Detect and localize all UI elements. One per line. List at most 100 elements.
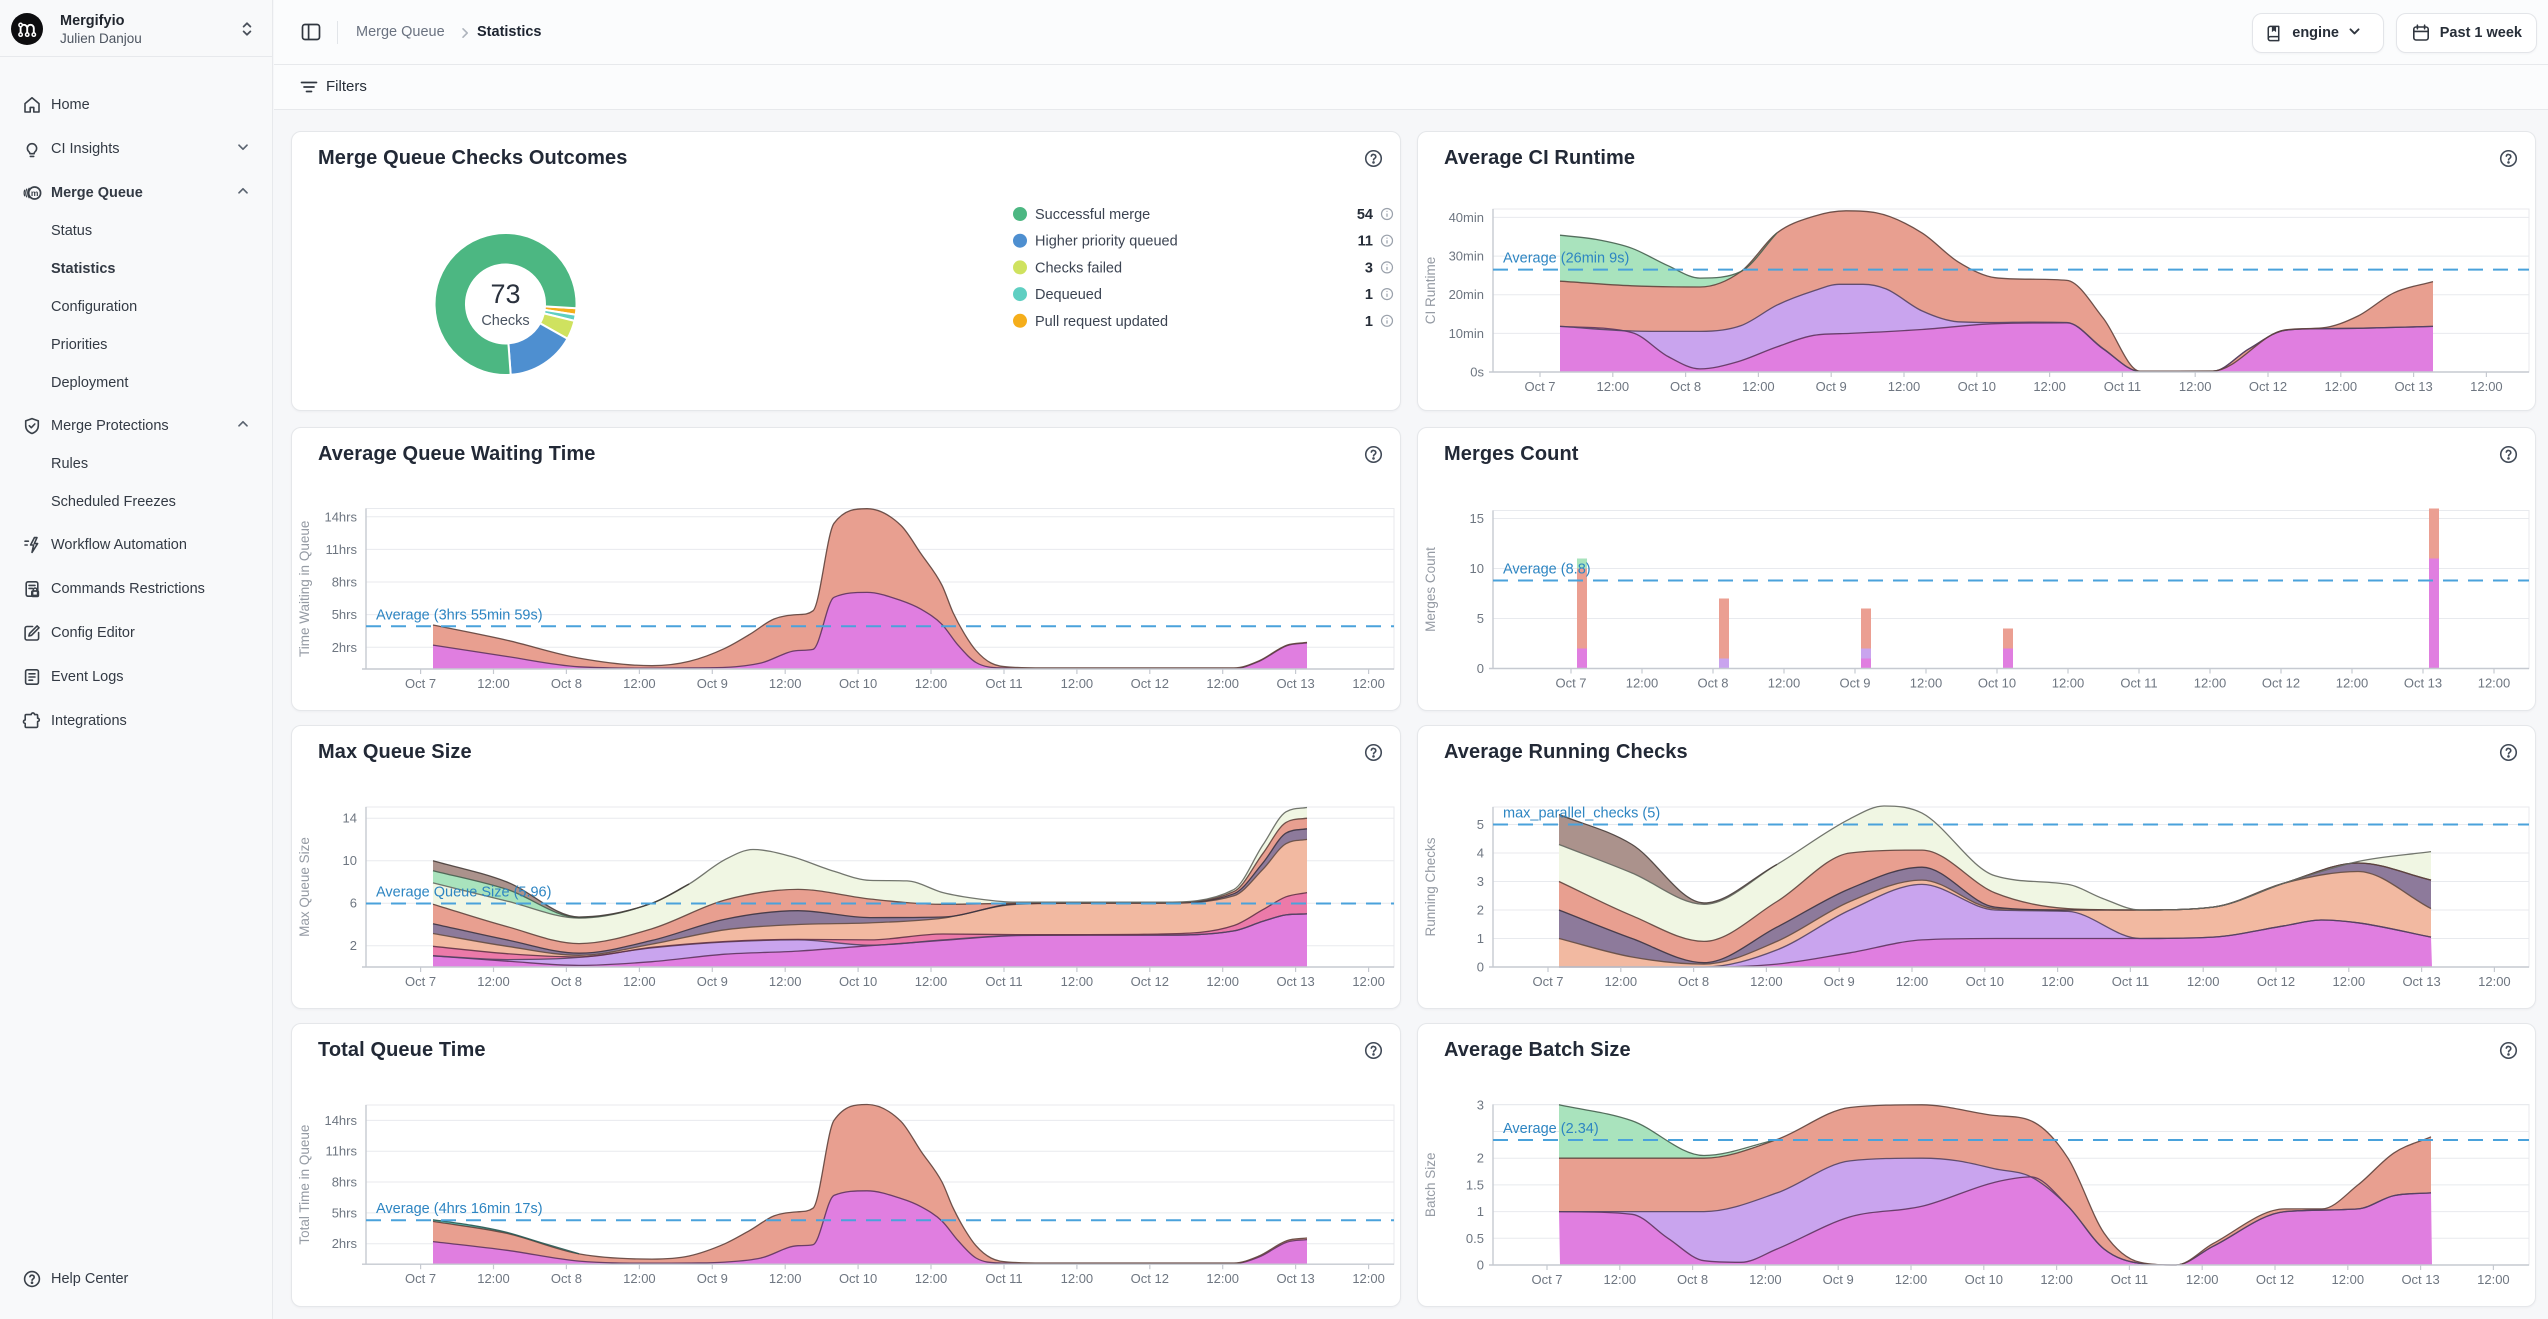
svg-text:12:00: 12:00	[2187, 974, 2220, 989]
svg-text:Higher priority queued: Higher priority queued	[1035, 234, 1178, 250]
svg-text:12:00: 12:00	[1626, 676, 1659, 691]
svg-text:12:00: 12:00	[2333, 974, 2366, 989]
svg-text:Oct 8: Oct 8	[1670, 379, 1701, 394]
svg-text:Average (4hrs 16min 17s): Average (4hrs 16min 17s)	[376, 1201, 543, 1217]
svg-text:Oct 8: Oct 8	[551, 676, 582, 691]
svg-text:54: 54	[1357, 207, 1373, 223]
svg-text:Average (8.8): Average (8.8)	[1503, 562, 1591, 578]
svg-text:5hrs: 5hrs	[332, 1205, 358, 1220]
svg-text:5: 5	[1477, 817, 1484, 832]
svg-text:0: 0	[1477, 661, 1484, 676]
svg-text:Oct 10: Oct 10	[839, 974, 877, 989]
svg-text:11hrs: 11hrs	[325, 542, 357, 557]
svg-text:Oct 11: Oct 11	[2112, 974, 2149, 989]
svg-text:12:00: 12:00	[623, 1271, 656, 1286]
svg-text:12:00: 12:00	[2033, 379, 2066, 394]
svg-text:Oct 13: Oct 13	[1276, 676, 1314, 691]
svg-text:12:00: 12:00	[1750, 974, 1783, 989]
svg-text:Average (2.34): Average (2.34)	[1503, 1121, 1599, 1137]
svg-text:12:00: 12:00	[2478, 676, 2511, 691]
svg-text:2: 2	[1477, 1151, 1484, 1166]
svg-text:10min: 10min	[1449, 326, 1484, 341]
svg-text:12:00: 12:00	[1605, 974, 1638, 989]
svg-text:14: 14	[343, 811, 357, 826]
svg-text:12:00: 12:00	[1352, 1271, 1385, 1286]
svg-text:12:00: 12:00	[2179, 379, 2212, 394]
svg-text:max_parallel_checks (5): max_parallel_checks (5)	[1503, 806, 1660, 822]
svg-text:1: 1	[1365, 287, 1373, 303]
svg-text:12:00: 12:00	[1061, 974, 1094, 989]
svg-text:12:00: 12:00	[2470, 379, 2503, 394]
svg-text:Oct 12: Oct 12	[1131, 974, 1169, 989]
svg-text:Max Queue Size: Max Queue Size	[297, 837, 312, 937]
svg-text:Successful merge: Successful merge	[1035, 207, 1150, 223]
svg-text:Oct 12: Oct 12	[2257, 974, 2295, 989]
svg-text:1: 1	[1477, 931, 1484, 946]
svg-text:30min: 30min	[1449, 249, 1484, 264]
svg-text:2: 2	[350, 938, 357, 953]
svg-text:12:00: 12:00	[1749, 1272, 1782, 1287]
svg-text:15: 15	[1470, 511, 1484, 526]
svg-text:11: 11	[1358, 234, 1373, 250]
svg-text:Oct 13: Oct 13	[1276, 1271, 1314, 1286]
svg-text:12:00: 12:00	[769, 676, 802, 691]
svg-text:m: m	[31, 188, 39, 198]
svg-text:Oct 7: Oct 7	[1524, 379, 1555, 394]
svg-text:Oct 9: Oct 9	[697, 676, 728, 691]
svg-text:Oct 12: Oct 12	[2256, 1272, 2294, 1287]
svg-text:3: 3	[1365, 260, 1373, 276]
svg-text:Oct 13: Oct 13	[2394, 379, 2432, 394]
svg-text:8hrs: 8hrs	[332, 1175, 358, 1190]
svg-text:1: 1	[1477, 1204, 1484, 1219]
svg-text:Average Queue Size (5.96): Average Queue Size (5.96)	[376, 885, 551, 901]
svg-text:1.5: 1.5	[1466, 1177, 1484, 1192]
svg-text:12:00: 12:00	[1742, 379, 1775, 394]
svg-text:12:00: 12:00	[2478, 974, 2511, 989]
svg-text:Oct 13: Oct 13	[2402, 974, 2440, 989]
svg-text:Total Time in Queue: Total Time in Queue	[297, 1125, 312, 1245]
svg-text:Batch Size: Batch Size	[1423, 1153, 1438, 1218]
svg-text:12:00: 12:00	[623, 676, 656, 691]
svg-text:Average (3hrs 55min 59s): Average (3hrs 55min 59s)	[376, 607, 543, 623]
svg-text:0: 0	[1477, 1258, 1484, 1273]
svg-text:12:00: 12:00	[915, 974, 948, 989]
svg-text:12:00: 12:00	[1888, 379, 1921, 394]
svg-text:Oct 12: Oct 12	[2249, 379, 2287, 394]
svg-text:6: 6	[350, 896, 357, 911]
svg-text:12:00: 12:00	[2325, 379, 2358, 394]
svg-text:12:00: 12:00	[1206, 1271, 1239, 1286]
svg-text:Oct 10: Oct 10	[839, 1271, 877, 1286]
svg-text:12:00: 12:00	[477, 974, 510, 989]
svg-text:Oct 8: Oct 8	[1697, 676, 1728, 691]
svg-text:Running Checks: Running Checks	[1423, 837, 1438, 936]
svg-text:0s: 0s	[1470, 365, 1484, 380]
svg-text:Oct 7: Oct 7	[1532, 974, 1563, 989]
svg-text:Oct 11: Oct 11	[985, 1271, 1022, 1286]
svg-text:Oct 8: Oct 8	[551, 974, 582, 989]
svg-text:12:00: 12:00	[915, 676, 948, 691]
svg-text:12:00: 12:00	[2186, 1272, 2219, 1287]
svg-text:12:00: 12:00	[2194, 676, 2227, 691]
svg-text:Checks failed: Checks failed	[1035, 260, 1122, 276]
svg-text:Oct 10: Oct 10	[1958, 379, 1996, 394]
svg-text:Oct 10: Oct 10	[1966, 974, 2004, 989]
svg-text:Oct 9: Oct 9	[697, 1271, 728, 1286]
svg-text:Oct 8: Oct 8	[551, 1271, 582, 1286]
svg-text:12:00: 12:00	[477, 676, 510, 691]
svg-text:12:00: 12:00	[2040, 1272, 2073, 1287]
svg-text:Merges Count: Merges Count	[1423, 547, 1438, 632]
svg-text:Pull request updated: Pull request updated	[1035, 314, 1168, 330]
svg-text:Oct 9: Oct 9	[1816, 379, 1847, 394]
svg-text:Oct 8: Oct 8	[1678, 974, 1709, 989]
svg-text:Oct 12: Oct 12	[1131, 676, 1169, 691]
svg-text:40min: 40min	[1449, 210, 1484, 225]
svg-text:Oct 13: Oct 13	[2401, 1272, 2439, 1287]
svg-text:12:00: 12:00	[1896, 974, 1929, 989]
svg-text:Checks: Checks	[481, 313, 529, 329]
svg-text:12:00: 12:00	[623, 974, 656, 989]
svg-text:Oct 11: Oct 11	[2104, 379, 2141, 394]
svg-text:20min: 20min	[1449, 287, 1484, 302]
svg-text:Average (26min 9s): Average (26min 9s)	[1503, 251, 1629, 267]
svg-text:12:00: 12:00	[1895, 1272, 1928, 1287]
svg-text:12:00: 12:00	[2052, 676, 2085, 691]
